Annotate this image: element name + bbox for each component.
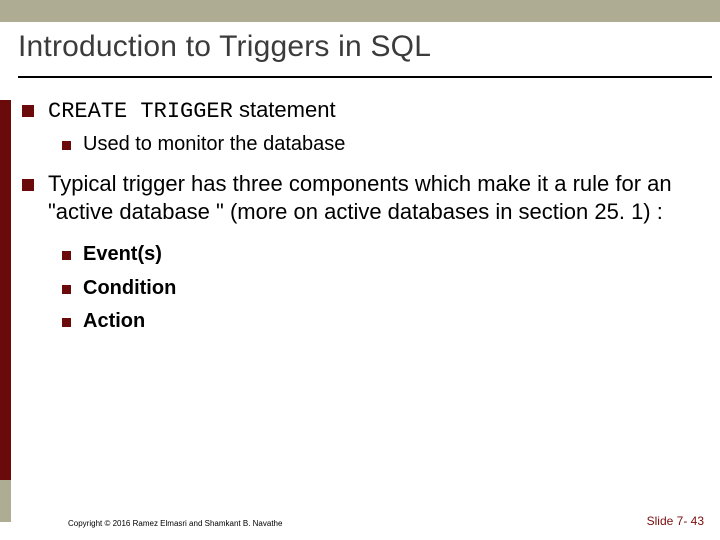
content-area: CREATE TRIGGER statement Used to monitor… — [18, 96, 702, 343]
top-accent-bar — [0, 0, 720, 22]
square-bullet-icon — [22, 179, 34, 191]
bullet-text: Action — [83, 309, 702, 335]
bullet-text: Used to monitor the database — [83, 132, 702, 158]
plain-text: statement — [233, 97, 336, 122]
footer-slide-number: Slide 7- 43 — [647, 514, 704, 528]
bullet-level2: Used to monitor the database — [62, 132, 702, 158]
square-bullet-icon — [62, 141, 71, 150]
bullet-level2: Event(s) — [62, 242, 702, 268]
slide-title: Introduction to Triggers in SQL — [18, 30, 431, 64]
square-bullet-icon — [62, 251, 71, 260]
footer-copyright: Copyright © 2016 Ramez Elmasri and Shamk… — [68, 519, 282, 528]
square-bullet-icon — [22, 105, 34, 117]
bullet-level1: CREATE TRIGGER statement — [18, 96, 702, 126]
bullet-text: CREATE TRIGGER statement — [48, 96, 702, 126]
bullet-text: Condition — [83, 276, 702, 302]
bullet-level1: Typical trigger has three components whi… — [18, 170, 702, 226]
slide: Introduction to Triggers in SQL CREATE T… — [0, 0, 720, 540]
bullet-level2: Condition — [62, 276, 702, 302]
bullet-text: Typical trigger has three components whi… — [48, 170, 702, 226]
code-text: CREATE TRIGGER — [48, 99, 233, 124]
left-accent-bar — [0, 100, 11, 480]
title-underline — [18, 76, 712, 78]
square-bullet-icon — [62, 285, 71, 294]
bullet-text: Event(s) — [83, 242, 702, 268]
left-accent-bar-bottom — [0, 480, 11, 522]
bullet-level2: Action — [62, 309, 702, 335]
square-bullet-icon — [62, 318, 71, 327]
